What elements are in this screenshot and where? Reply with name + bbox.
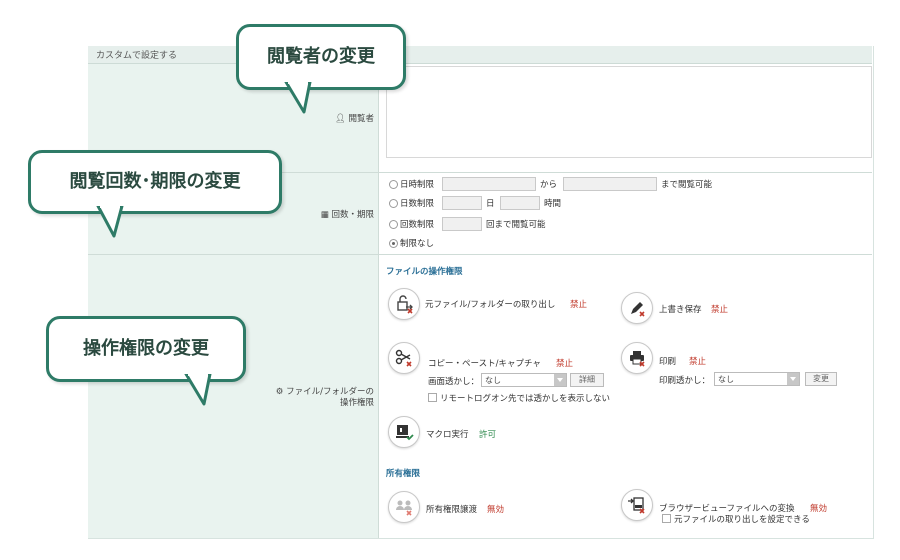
overwrite-label: 上書き保存 <box>659 305 702 315</box>
panel-title: カスタムで設定する <box>96 51 178 61</box>
callout-viewer: 閲覧者の変更 <box>236 24 406 90</box>
count-input[interactable] <box>442 217 482 231</box>
radio-datetime-limit[interactable] <box>389 180 398 189</box>
screen-watermark-detail-button[interactable]: 詳細 <box>570 373 604 387</box>
convert-status[interactable]: 無効 <box>810 502 827 514</box>
extract-status[interactable]: 禁止 <box>570 298 587 310</box>
label-column <box>88 64 378 538</box>
macro-label: マクロ実行 <box>426 430 469 440</box>
callout-tail <box>284 82 312 114</box>
count-limit-label: 回数制限 <box>400 220 435 230</box>
print-watermark-change-button[interactable]: 変更 <box>805 372 837 386</box>
days-limit-label: 日数制限 <box>400 199 435 209</box>
remote-watermark-label: リモートログオン先では透かしを表示しない <box>440 394 611 404</box>
datetime-from-input[interactable] <box>442 177 536 191</box>
chevron-down-icon <box>787 373 799 385</box>
convert-html-icon[interactable] <box>621 489 653 521</box>
printer-icon[interactable] <box>621 342 653 374</box>
screen-watermark-select[interactable]: なし <box>481 373 567 387</box>
permissions-label: ⚙ ファイル/フォルダーの 操作権限 <box>275 387 374 408</box>
datetime-limit-label: 日時制限 <box>400 180 435 190</box>
users-transfer-icon[interactable] <box>388 491 420 523</box>
extract-icon[interactable] <box>388 288 420 320</box>
copy-status[interactable]: 禁止 <box>556 357 573 369</box>
convert-extract-label: 元ファイルの取り出しを設定できる <box>674 515 810 525</box>
scissors-icon[interactable] <box>388 342 420 374</box>
hours-input[interactable] <box>500 196 540 210</box>
datetime-until-input[interactable] <box>563 177 657 191</box>
print-label: 印刷 <box>659 357 677 367</box>
print-watermark-label: 印刷透かし： <box>659 376 711 386</box>
extract-label: 元ファイル/フォルダーの取り出し <box>425 300 556 310</box>
callout-tail <box>184 374 212 406</box>
screen-watermark-label: 画面透かし： <box>428 377 480 387</box>
no-limit-label: 制限なし <box>400 239 435 249</box>
gear-icon: ⚙ <box>275 387 284 397</box>
overwrite-status[interactable]: 禁止 <box>711 303 728 315</box>
limits-label: ▦ 回数・期限 <box>320 210 374 220</box>
panel-header: カスタムで設定する <box>88 46 872 64</box>
copy-label: コピー・ペースト/キャプチャ <box>428 359 541 369</box>
hours-unit: 時間 <box>544 199 562 209</box>
row-divider <box>88 254 872 255</box>
convert-extract-checkbox[interactable] <box>662 514 671 523</box>
days-input[interactable] <box>442 196 482 210</box>
callout-count-period: 閲覧回数･期限の変更 <box>28 150 282 214</box>
radio-count-limit[interactable] <box>389 220 398 229</box>
callout-permissions: 操作権限の変更 <box>46 316 246 382</box>
pen-icon[interactable] <box>621 292 653 324</box>
file-permissions-heading: ファイルの操作権限 <box>386 267 463 277</box>
radio-no-limit[interactable] <box>389 239 398 248</box>
chevron-down-icon <box>554 374 566 386</box>
radio-days-limit[interactable] <box>389 199 398 208</box>
column-divider <box>378 64 379 538</box>
transfer-status[interactable]: 無効 <box>487 503 504 515</box>
callout-tail <box>96 206 124 238</box>
macro-status[interactable]: 許可 <box>479 428 496 440</box>
remote-watermark-checkbox[interactable] <box>428 393 437 402</box>
days-unit: 日 <box>486 199 495 209</box>
print-watermark-select[interactable]: なし <box>714 372 800 386</box>
transfer-label: 所有権限譲渡 <box>426 505 478 515</box>
calendar-icon: ▦ <box>320 210 329 220</box>
print-status[interactable]: 禁止 <box>689 355 706 367</box>
viewer-field[interactable] <box>386 66 872 158</box>
datetime-from-text: から <box>540 180 558 190</box>
macro-icon[interactable] <box>388 416 420 448</box>
count-suffix: 回まで閲覧可能 <box>486 220 546 230</box>
owner-permissions-heading: 所有権限 <box>386 469 421 479</box>
datetime-until-text: まで閲覧可能 <box>661 180 713 190</box>
user-icon: 👤︎ <box>334 114 346 124</box>
